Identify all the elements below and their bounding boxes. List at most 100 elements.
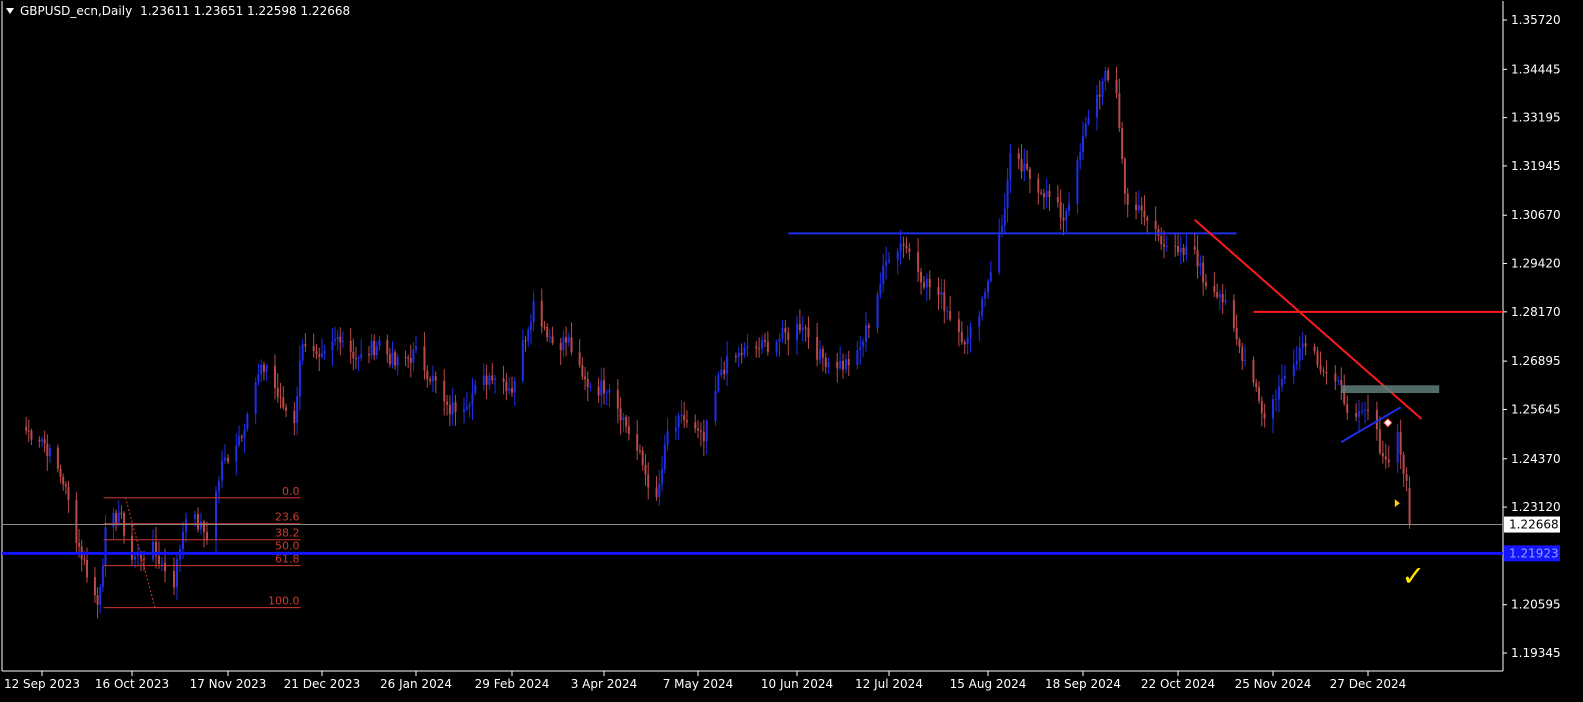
x-tick-label: 16 Oct 2023 bbox=[95, 677, 169, 691]
x-tick-label: 18 Sep 2024 bbox=[1045, 677, 1121, 691]
candle-body bbox=[778, 338, 781, 342]
flag-support-line[interactable] bbox=[1340, 406, 1402, 443]
candle-body bbox=[152, 541, 154, 560]
candle-body bbox=[339, 336, 342, 343]
candle-body bbox=[404, 356, 407, 358]
candle-body bbox=[600, 380, 603, 396]
candle-body bbox=[546, 326, 549, 338]
candle-body bbox=[67, 486, 70, 500]
candle-body bbox=[1160, 236, 1163, 245]
candle-body bbox=[627, 426, 630, 434]
candle-body bbox=[1101, 80, 1104, 97]
candle-body bbox=[1182, 247, 1185, 255]
candle-body bbox=[1163, 244, 1166, 247]
candle-body bbox=[655, 487, 658, 498]
support-price-label: 1.21923 bbox=[1509, 546, 1559, 560]
candle-body bbox=[1255, 382, 1258, 388]
x-tick-label: 25 Nov 2024 bbox=[1235, 677, 1312, 691]
diamond-marker-icon bbox=[1383, 418, 1393, 428]
fib-level-label: 38.2 bbox=[275, 527, 300, 540]
candle-body bbox=[1277, 386, 1280, 400]
candle-body bbox=[1213, 286, 1216, 292]
candle-body bbox=[1221, 293, 1224, 303]
candle-body bbox=[59, 468, 62, 478]
candle-body bbox=[1079, 152, 1082, 161]
candle-body bbox=[723, 369, 726, 374]
candle-body bbox=[801, 327, 804, 331]
candle-body bbox=[64, 484, 67, 487]
candle-body bbox=[38, 439, 41, 442]
candle-body bbox=[240, 436, 243, 438]
candle-body bbox=[616, 389, 619, 409]
candle-body bbox=[1399, 432, 1402, 455]
candle-body bbox=[254, 382, 257, 415]
candle-body bbox=[1146, 217, 1149, 221]
candle-body bbox=[1056, 197, 1059, 203]
candle-body bbox=[378, 340, 381, 347]
candle-body bbox=[485, 375, 488, 385]
candle-body bbox=[807, 327, 810, 338]
candle-body bbox=[1204, 282, 1207, 287]
x-tick-label: 7 May 2024 bbox=[663, 677, 734, 691]
candle-body bbox=[521, 340, 524, 381]
candle-body bbox=[412, 349, 415, 363]
candle-body bbox=[1199, 262, 1202, 267]
candle-body bbox=[218, 480, 220, 492]
y-tick-label: 1.24370 bbox=[1511, 452, 1561, 466]
supply-zone-rect[interactable] bbox=[1341, 385, 1440, 394]
candle-body bbox=[702, 431, 705, 442]
y-tick-label: 1.30670 bbox=[1511, 208, 1561, 222]
fib-level-label: 100.0 bbox=[268, 595, 300, 608]
candle-body bbox=[819, 349, 821, 360]
candle-body bbox=[1121, 128, 1124, 159]
candle-body bbox=[844, 359, 847, 370]
candle-body bbox=[1235, 327, 1238, 340]
candle-body bbox=[824, 357, 827, 368]
candle-body bbox=[1165, 245, 1168, 247]
candle-body bbox=[301, 344, 304, 361]
price-chart[interactable]: 1.35720 1.34445 1.33195 1.31945 1.30670 1.294… bbox=[0, 0, 1583, 702]
candle-body bbox=[775, 341, 778, 352]
candle-body bbox=[720, 369, 723, 376]
candle-body bbox=[1048, 190, 1051, 198]
candle-body bbox=[524, 340, 527, 342]
candle-body bbox=[75, 499, 78, 543]
candle-body bbox=[784, 328, 787, 333]
candle-body bbox=[1337, 379, 1340, 382]
candle-body bbox=[176, 559, 178, 588]
candle-body bbox=[920, 271, 923, 283]
candle-body bbox=[221, 460, 223, 481]
candle-body bbox=[1263, 412, 1266, 419]
candle-body bbox=[960, 331, 963, 343]
x-tick-label: 12 Jul 2024 bbox=[855, 677, 923, 691]
y-tick-label: 1.25645 bbox=[1511, 402, 1561, 416]
candle-body bbox=[471, 392, 474, 405]
candle-body bbox=[99, 586, 102, 605]
candle-body bbox=[30, 430, 33, 440]
candle-body bbox=[694, 422, 697, 429]
candle-body bbox=[1260, 400, 1263, 413]
candle-body bbox=[1364, 409, 1367, 411]
candle-body bbox=[1143, 210, 1146, 218]
candle-body bbox=[699, 430, 702, 432]
candle-body bbox=[527, 330, 530, 342]
candle-body bbox=[1062, 217, 1065, 221]
candle-body bbox=[173, 570, 175, 588]
candle-body bbox=[409, 358, 412, 363]
candle-body bbox=[43, 439, 46, 444]
x-tick-label: 12 Sep 2023 bbox=[4, 677, 80, 691]
candle-body bbox=[1137, 205, 1140, 210]
candle-body bbox=[158, 555, 160, 564]
candle-body bbox=[1115, 79, 1118, 94]
candle-body bbox=[448, 404, 451, 415]
candle-body bbox=[1135, 204, 1138, 210]
candle-body bbox=[235, 445, 238, 462]
candle-body bbox=[1037, 178, 1040, 193]
candle-body bbox=[839, 361, 842, 369]
candle-body bbox=[644, 464, 647, 475]
candle-body bbox=[1185, 246, 1188, 255]
candle-body bbox=[227, 457, 229, 462]
candle-body bbox=[697, 428, 699, 431]
candle-body bbox=[1283, 375, 1286, 380]
candle-body bbox=[1358, 411, 1361, 417]
